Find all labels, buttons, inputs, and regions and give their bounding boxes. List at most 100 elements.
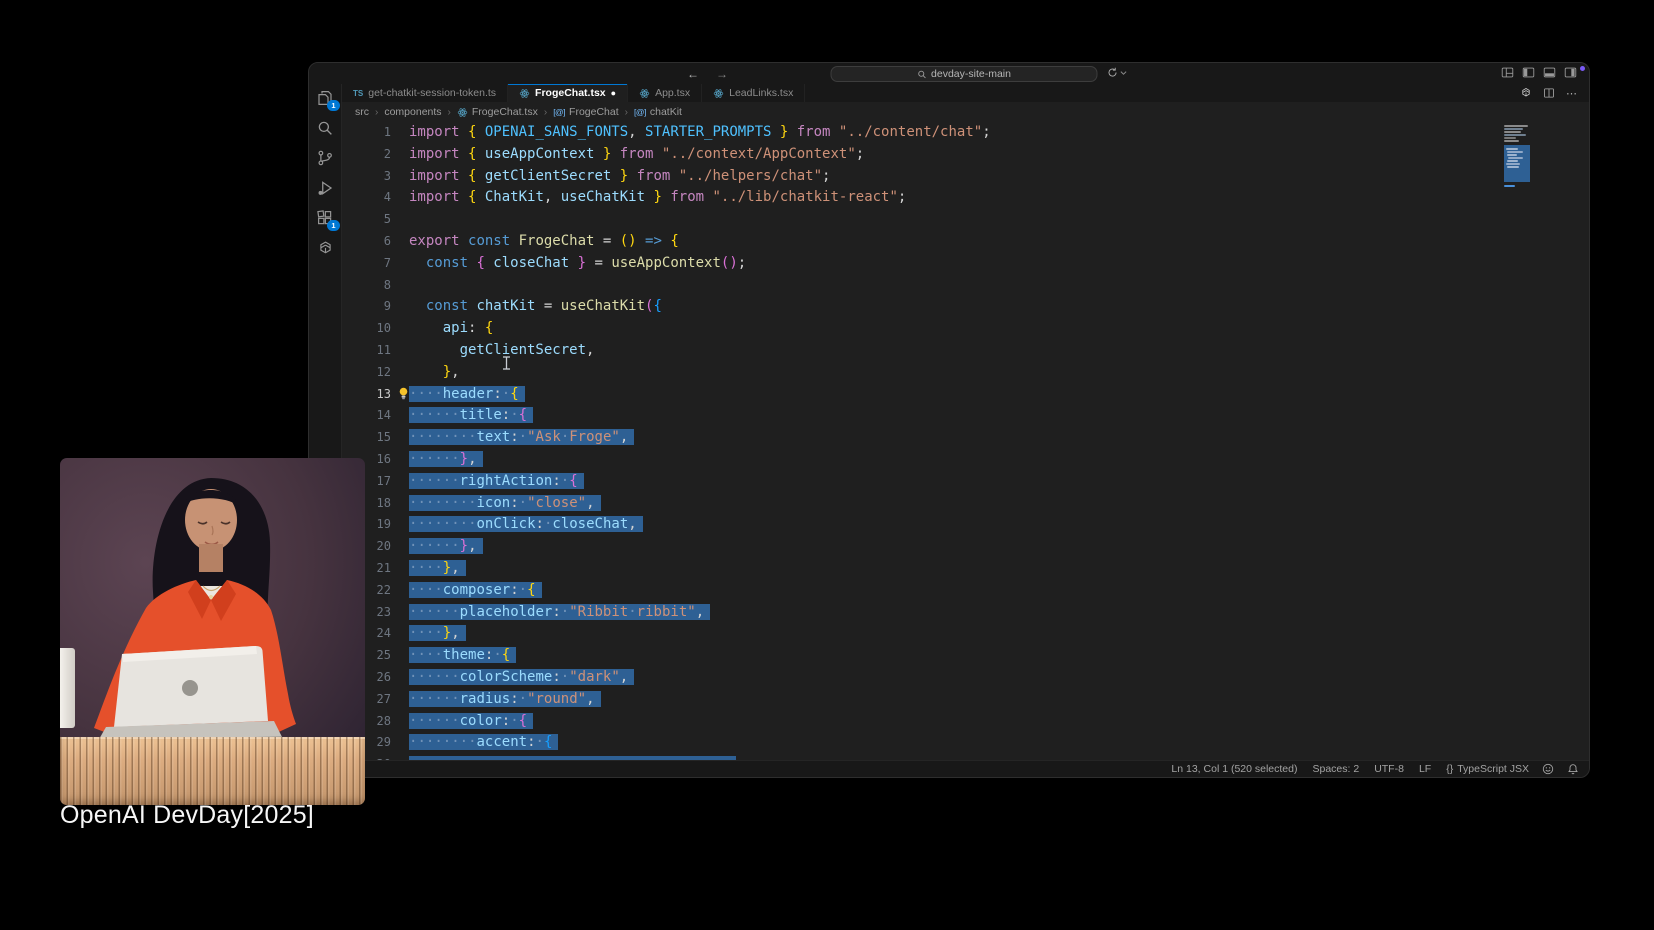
search-input[interactable]: devday-site-main xyxy=(830,66,1098,82)
tab-get-chatkit-session-token.ts[interactable]: TS get-chatkit-session-token.ts xyxy=(342,84,509,102)
code-line[interactable]: 27 ······radius:·"round", xyxy=(342,689,1589,711)
code-line[interactable]: 28 ······color:·{ xyxy=(342,711,1589,733)
activity-bar-openai-codex[interactable] xyxy=(313,238,337,258)
breadcrumb-item-FrogeChat[interactable]: [@] FrogeChat xyxy=(553,106,618,118)
line-number: 10 xyxy=(376,321,391,336)
vscode-window: ← → devday-site-main 1 1 TS get-chatkit-… xyxy=(308,62,1590,778)
activity-bar-extensions[interactable]: 1 xyxy=(313,208,340,231)
code-line[interactable]: 16 ······}, xyxy=(342,449,1589,471)
status-encoding[interactable]: UTF-8 xyxy=(1374,763,1404,775)
code-line[interactable]: 29 ········accent:·{ xyxy=(342,732,1589,754)
line-content: ······title:·{ xyxy=(391,405,534,427)
breadcrumb-item-chatKit[interactable]: [@] chatKit xyxy=(634,106,682,118)
code-line[interactable]: 11 getClientSecret, xyxy=(342,340,1589,362)
status-label: TypeScript JSX xyxy=(1457,763,1529,775)
history-forward-icon[interactable]: → xyxy=(716,67,728,81)
activity-bar-search[interactable] xyxy=(313,118,337,138)
editor[interactable]: 1 import { OPENAI_SANS_FONTS, STARTER_PRO… xyxy=(342,122,1589,761)
selection-highlight: ····composer:·{ xyxy=(409,581,542,598)
status-label: Spaces: 2 xyxy=(1312,763,1360,775)
activity-bar-run-debug[interactable] xyxy=(313,178,337,198)
code-line[interactable]: 22 ····composer:·{ xyxy=(342,580,1589,602)
selection-highlight: ······color:·{ xyxy=(409,712,534,729)
line-content: ······color:·{ xyxy=(391,711,534,733)
code-line[interactable]: 20 ······}, xyxy=(342,536,1589,558)
badge: 1 xyxy=(327,220,340,231)
status-language-mode[interactable]: {} TypeScript JSX xyxy=(1446,763,1529,775)
line-content: ······}, xyxy=(391,449,483,471)
activity-bar-source-control[interactable] xyxy=(313,148,337,168)
selection-highlight: ······}, xyxy=(409,450,483,467)
code-line[interactable]: 8 xyxy=(342,275,1589,297)
code-line[interactable]: 3 import { getClientSecret } from "../hel… xyxy=(342,166,1589,188)
tab-label: App.tsx xyxy=(655,87,691,99)
braces-icon: {} xyxy=(1446,763,1454,775)
more-actions-icon[interactable]: ⋯ xyxy=(1566,87,1577,100)
line-content: ········icon:·"close", xyxy=(391,493,601,515)
code-line[interactable]: 26 ······colorScheme:·"dark", xyxy=(342,667,1589,689)
notification-dot xyxy=(1580,66,1585,71)
activity-bar-explorer[interactable]: 1 xyxy=(313,88,340,111)
panel-bottom-icon[interactable] xyxy=(1543,66,1556,79)
line-content: export const FrogeChat = () => { xyxy=(409,232,679,249)
breadcrumb-item-FrogeChat.tsx[interactable]: FrogeChat.tsx xyxy=(457,106,538,118)
layout-grid-icon[interactable] xyxy=(1501,66,1514,79)
status-eol[interactable]: LF xyxy=(1419,763,1431,775)
code-line[interactable]: 6 export const FrogeChat = () => { xyxy=(342,231,1589,253)
sidebar-right-icon[interactable] xyxy=(1564,66,1577,79)
split-editor-icon[interactable] xyxy=(1543,87,1555,99)
tab-FrogeChat.tsx[interactable]: FrogeChat.tsx ● xyxy=(508,84,629,102)
code-line[interactable]: 19 ········onClick:·closeChat, xyxy=(342,514,1589,536)
code-line[interactable]: 10 api: { xyxy=(342,318,1589,340)
code-line[interactable]: 21 ····}, xyxy=(342,558,1589,580)
code-area: 1 import { OPENAI_SANS_FONTS, STARTER_PRO… xyxy=(342,122,1589,761)
history-back-icon[interactable]: ← xyxy=(687,67,699,81)
breadcrumb-item-components[interactable]: components xyxy=(384,106,441,118)
code-line[interactable]: 7 const { closeChat } = useAppContext(); xyxy=(342,253,1589,275)
status-label: LF xyxy=(1418,763,1432,775)
tab-label: get-chatkit-session-token.ts xyxy=(368,87,497,99)
status-indentation[interactable]: Spaces: 2 xyxy=(1312,763,1359,775)
openai-logo-icon[interactable] xyxy=(1520,87,1532,99)
status-cursor-position[interactable]: Ln 13, Col 1 (520 selected) xyxy=(1171,763,1297,775)
window-titlebar: ← → devday-site-main xyxy=(309,63,1589,84)
code-line[interactable]: 17 ······rightAction:·{ xyxy=(342,471,1589,493)
code-line[interactable]: 14 ······title:·{ xyxy=(342,405,1589,427)
code-line[interactable]: 9 const chatKit = useChatKit({ xyxy=(342,296,1589,318)
code-line[interactable]: 15 ········text:·"Ask·Froge", xyxy=(342,427,1589,449)
line-number: 13 xyxy=(376,386,391,401)
code-line[interactable]: 25 ····theme:·{ xyxy=(342,645,1589,667)
line-number: 5 xyxy=(383,212,391,227)
code-line[interactable]: 13 ····header:·{ xyxy=(342,384,1589,406)
minimap-selection xyxy=(1504,145,1530,182)
selection-highlight: ······radius:·"round", xyxy=(409,690,601,707)
minimap[interactable] xyxy=(1504,124,1530,188)
tab-LeadLinks.tsx[interactable]: LeadLinks.tsx xyxy=(702,84,806,102)
breadcrumb-item-src[interactable]: src xyxy=(355,106,369,118)
feedback-smiley-icon[interactable] xyxy=(1542,763,1554,775)
code-line[interactable]: 4 import { ChatKit, useChatKit } from "..… xyxy=(342,187,1589,209)
selection-highlight: ······rightAction:·{ xyxy=(409,472,584,489)
sidebar-left-icon[interactable] xyxy=(1522,66,1535,79)
tab-label: FrogeChat.tsx xyxy=(535,87,606,99)
selection-highlight: ········accent:·{ xyxy=(409,734,559,751)
tab-App.tsx[interactable]: App.tsx xyxy=(628,84,703,102)
lightbulb-icon[interactable] xyxy=(398,387,409,400)
notifications-bell-icon[interactable] xyxy=(1567,763,1579,775)
code-line[interactable]: 12 }, xyxy=(342,362,1589,384)
sync-branch-icon[interactable] xyxy=(1107,67,1127,78)
selection-highlight: ········onClick:·closeChat, xyxy=(409,516,643,533)
modified-dot-icon[interactable]: ● xyxy=(611,88,616,98)
code-line[interactable]: 2 import { useAppContext } from "../conte… xyxy=(342,144,1589,166)
line-number: 12 xyxy=(376,364,391,379)
code-line[interactable]: 5 xyxy=(342,209,1589,231)
code-line[interactable]: 1 import { OPENAI_SANS_FONTS, STARTER_PRO… xyxy=(342,122,1589,144)
code-line[interactable]: 24 ····}, xyxy=(342,623,1589,645)
code-line[interactable]: 18 ········icon:·"close", xyxy=(342,493,1589,515)
line-content: import { ChatKit, useChatKit } from "../… xyxy=(409,189,907,206)
code-line[interactable]: 23 ······placeholder:·"Ribbit·ribbit", xyxy=(342,602,1589,624)
breadcrumb-separator: › xyxy=(375,106,379,118)
text-cursor-pointer xyxy=(502,356,511,370)
breadcrumb-separator: › xyxy=(624,106,628,118)
event-caption: OpenAI DevDay[2025] xyxy=(60,801,314,829)
